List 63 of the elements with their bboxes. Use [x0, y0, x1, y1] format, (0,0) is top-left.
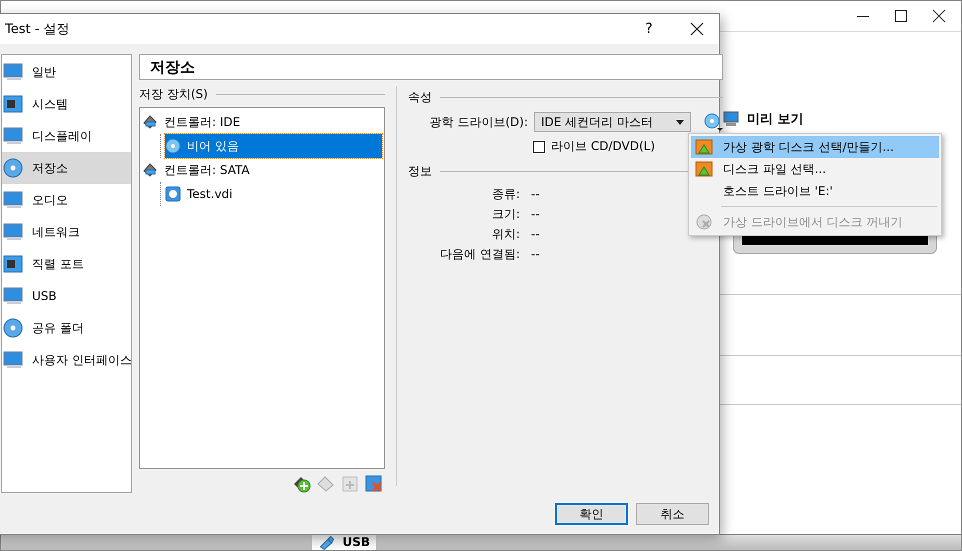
checkbox[interactable]: [533, 140, 545, 152]
info-label: 종류:: [490, 186, 520, 203]
close-icon[interactable]: [689, 21, 705, 37]
menu-item[interactable]: 가상 광학 디스크 선택/만들기...: [691, 136, 939, 158]
sidebar-item[interactable]: 저장소: [2, 152, 131, 184]
disc-icon: [165, 138, 181, 154]
sidebar-item[interactable]: 직렬 포트: [2, 248, 131, 280]
sidebar-item[interactable]: 사용자 인터페이스: [2, 344, 131, 376]
usb-plug-icon: [320, 536, 334, 550]
info-label: 크기:: [490, 206, 520, 223]
info-value: --: [531, 206, 540, 223]
controller-icon: [142, 162, 158, 178]
chip-icon: [2, 93, 24, 115]
monitor-icon: [2, 221, 24, 243]
controller-icon: [142, 114, 158, 130]
chip-icon: [2, 253, 24, 275]
dialog-button[interactable]: 취소: [636, 503, 709, 525]
monitor-icon: [2, 285, 24, 307]
add-controller-icon[interactable]: [293, 475, 311, 493]
sidebar-item[interactable]: 네트워크: [2, 216, 131, 248]
tree-item[interactable]: 컨트롤러: IDE: [142, 110, 382, 134]
info-value: --: [531, 226, 540, 243]
menu-item[interactable]: 호스트 드라이브 'E:': [691, 180, 939, 202]
folder-icon: [695, 138, 713, 156]
monitor-icon: [2, 125, 24, 147]
monitor-icon: [2, 349, 24, 371]
info-value: --: [531, 246, 540, 263]
maximize-icon[interactable]: [893, 8, 909, 24]
sidebar-item[interactable]: 오디오: [2, 184, 131, 216]
tree-item[interactable]: 컨트롤러: SATA: [142, 158, 382, 182]
folder-icon: [695, 160, 713, 178]
page-title: 저장소: [139, 54, 723, 80]
section-title: 미리 보기: [747, 111, 804, 128]
info-label: 위치:: [490, 226, 520, 243]
tree-item[interactable]: Test.vdi: [165, 182, 382, 206]
status-item[interactable]: USB: [312, 535, 376, 550]
sidebar-item[interactable]: 디스플레이: [2, 120, 131, 152]
disc-icon: [695, 213, 713, 231]
sidebar-item[interactable]: 일반: [2, 56, 131, 88]
window-title: Test - 설정: [5, 21, 71, 38]
status-label: USB: [342, 535, 370, 550]
info-value: --: [531, 186, 540, 203]
caret-icon: [676, 120, 684, 124]
drive-dropdown[interactable]: IDE 세컨더리 마스터: [534, 112, 691, 132]
help-button[interactable]: ?: [629, 21, 669, 37]
dialog-button[interactable]: 확인: [555, 503, 628, 525]
checkbox-label: 라이브 CD/DVD(L): [551, 138, 656, 155]
field-label: 광학 드라이브(D):: [428, 114, 528, 130]
remove-attachment-icon[interactable]: [365, 475, 383, 493]
group-title: 정보: [408, 163, 432, 180]
close-icon[interactable]: [931, 8, 947, 24]
disc-icon[interactable]: [703, 112, 723, 132]
sidebar-item[interactable]: 시스템: [2, 88, 131, 120]
sidebar-item[interactable]: 공유 폴더: [2, 312, 131, 344]
info-label: 다음에 연결됨:: [439, 246, 520, 263]
monitor-icon: [2, 61, 24, 83]
menu-item[interactable]: 디스크 파일 선택...: [691, 158, 939, 180]
group-title: 저장 장치(S): [139, 86, 208, 103]
sidebar-item[interactable]: USB: [2, 280, 131, 312]
tree-item[interactable]: 비어 있음: [165, 134, 382, 158]
group-title: 속성: [408, 89, 432, 106]
monitor-icon: [2, 189, 24, 211]
monitor-icon: [723, 111, 739, 127]
